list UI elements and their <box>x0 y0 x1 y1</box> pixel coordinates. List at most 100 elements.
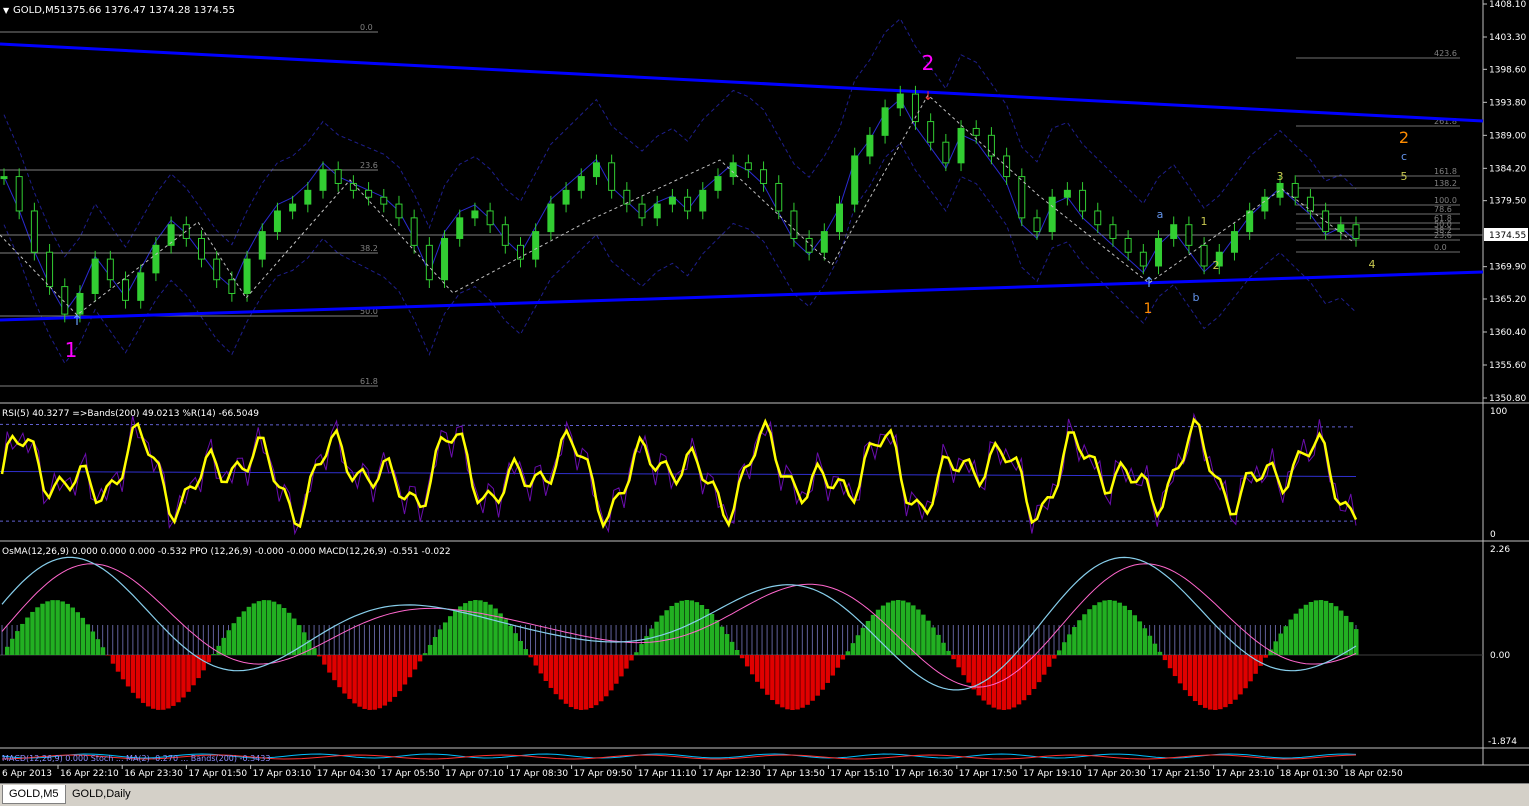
osma-histogram-bar <box>725 634 730 655</box>
osma-histogram-bar <box>720 627 725 655</box>
osma-histogram-bar <box>443 622 448 655</box>
osma-histogram-bar <box>156 655 161 710</box>
candle-body <box>274 211 280 232</box>
osma-histogram-bar <box>1263 655 1268 658</box>
price-axis-label-2: 1398.60 <box>1489 65 1526 75</box>
candle-body <box>533 232 539 260</box>
osma-histogram-bar <box>589 655 594 708</box>
time-axis-label-3: 17 Apr 01:50 <box>188 769 247 779</box>
osma-histogram-bar <box>171 655 176 706</box>
osma-histogram-bar <box>317 655 322 656</box>
time-axis-label-16: 17 Apr 19:10 <box>1023 769 1082 779</box>
osma-histogram-bar <box>841 655 846 660</box>
osma-histogram-bar <box>1168 655 1173 668</box>
osma-histogram-bar <box>498 613 503 655</box>
candle-body <box>123 280 129 301</box>
candle-body <box>153 245 159 273</box>
wave-minor-1-orange: 1 <box>1144 301 1153 317</box>
osma-histogram-bar <box>639 644 644 655</box>
osma-histogram-bar <box>383 655 388 706</box>
collapse-arrow-icon[interactable]: ▼ <box>3 6 10 15</box>
osma-histogram-bar <box>1198 655 1203 705</box>
osma-histogram-bar <box>1057 650 1062 655</box>
osma-histogram-bar <box>1334 606 1339 655</box>
time-axis-label-6: 17 Apr 05:50 <box>381 769 440 779</box>
candle-body <box>1140 252 1146 266</box>
osma-histogram-bar <box>1188 655 1193 696</box>
candle-body <box>928 122 934 143</box>
price-axis-label-9: 1365.20 <box>1489 295 1526 305</box>
time-axis-label-9: 17 Apr 09:50 <box>574 769 633 779</box>
osma-histogram-bar <box>685 600 690 655</box>
osma-histogram-bar <box>1319 600 1324 655</box>
osma-histogram-bar <box>599 655 604 701</box>
osma-histogram-bar <box>508 626 512 655</box>
osma-histogram-bar <box>1017 655 1022 704</box>
osma-histogram-bar <box>800 655 805 708</box>
osma-histogram-bar <box>836 655 841 668</box>
osma-histogram-bar <box>765 655 770 695</box>
osma-histogram-bar <box>629 655 634 660</box>
osma-histogram-bar <box>785 655 790 709</box>
osma-histogram-bar <box>745 655 750 666</box>
candle-body <box>624 190 630 204</box>
candle-body <box>396 204 402 218</box>
osma-histogram-bar <box>136 655 141 698</box>
osma-histogram-bar <box>982 655 987 701</box>
wave-label-major-1: 1 <box>65 338 78 362</box>
osma-histogram-bar <box>921 615 926 655</box>
osma-histogram-bar <box>936 635 941 655</box>
osma-histogram-bar <box>780 655 785 707</box>
osma-histogram-bar <box>1344 616 1349 655</box>
osma-histogram-bar <box>418 655 423 661</box>
osma-histogram-bar <box>101 647 106 655</box>
osma-histogram-bar <box>1042 655 1047 675</box>
osma-histogram-bar <box>438 629 443 655</box>
osma-histogram-bar <box>1143 628 1148 655</box>
wave-minor-5: 5 <box>1401 170 1408 183</box>
candle-body <box>654 204 660 218</box>
candle-body <box>973 128 979 135</box>
osma-histogram-bar <box>861 628 866 655</box>
osma-histogram-bar <box>35 607 40 655</box>
candle-body <box>852 156 858 204</box>
osma-histogram-bar <box>1077 620 1082 655</box>
macd-strip-title: MACD(12,26,9) 0.000 Stoch ... MA(2) -0.2… <box>2 754 270 763</box>
osma-histogram-bar <box>1163 655 1168 660</box>
time-axis-label-1: 16 Apr 22:10 <box>60 769 119 779</box>
osma-histogram-bar <box>1092 605 1097 655</box>
osma-histogram-bar <box>111 655 116 664</box>
fib-label-right-2: 161.8 <box>1434 167 1457 176</box>
osma-histogram-bar <box>1072 627 1077 655</box>
osma-histogram-bar <box>141 655 146 703</box>
price-axis-label-12: 1350.80 <box>1489 394 1526 404</box>
osma-histogram-bar <box>1289 620 1294 655</box>
osma-histogram-bar <box>624 655 629 669</box>
osma-histogram-bar <box>523 649 528 655</box>
osma-histogram-bar <box>60 601 65 655</box>
osma-histogram-bar <box>1062 642 1067 655</box>
price-axis-label-5: 1384.20 <box>1489 164 1526 174</box>
rsi-title: RSI(5) 40.3277 =>Bands(200) 49.0213 %R(1… <box>2 409 259 419</box>
osma-histogram-bar <box>1233 655 1238 700</box>
symbol-label: GOLD,M5 <box>13 5 60 16</box>
osma-histogram-bar <box>1223 655 1228 707</box>
osma-histogram-bar <box>544 655 549 681</box>
osma-histogram-bar <box>1278 634 1283 655</box>
fib-label-left-4: 61.8 <box>360 377 378 386</box>
tab-gold-m5[interactable]: GOLD,M5 <box>2 785 66 804</box>
tab-gold-daily[interactable]: GOLD,Daily <box>66 785 137 803</box>
osma-title: OsMA(12,26,9) 0.000 0.000 0.000 -0.532 P… <box>2 547 451 557</box>
osma-histogram-bar <box>810 655 815 701</box>
osma-histogram-bar <box>669 606 674 655</box>
osma-histogram-bar <box>428 645 433 655</box>
rsi-axis-top: 100 <box>1490 407 1507 417</box>
price-axis-label-4: 1389.00 <box>1489 131 1526 141</box>
osma-histogram-bar <box>1082 614 1087 655</box>
candle-body <box>1171 225 1177 239</box>
candle-body <box>837 204 843 232</box>
trading-chart[interactable]: 0.023.638.250.061.8423.6261.8161.8138.21… <box>0 0 1529 783</box>
candle-body <box>259 232 265 260</box>
osma-histogram-bar <box>992 655 997 708</box>
osma-histogram-bar <box>15 631 20 655</box>
